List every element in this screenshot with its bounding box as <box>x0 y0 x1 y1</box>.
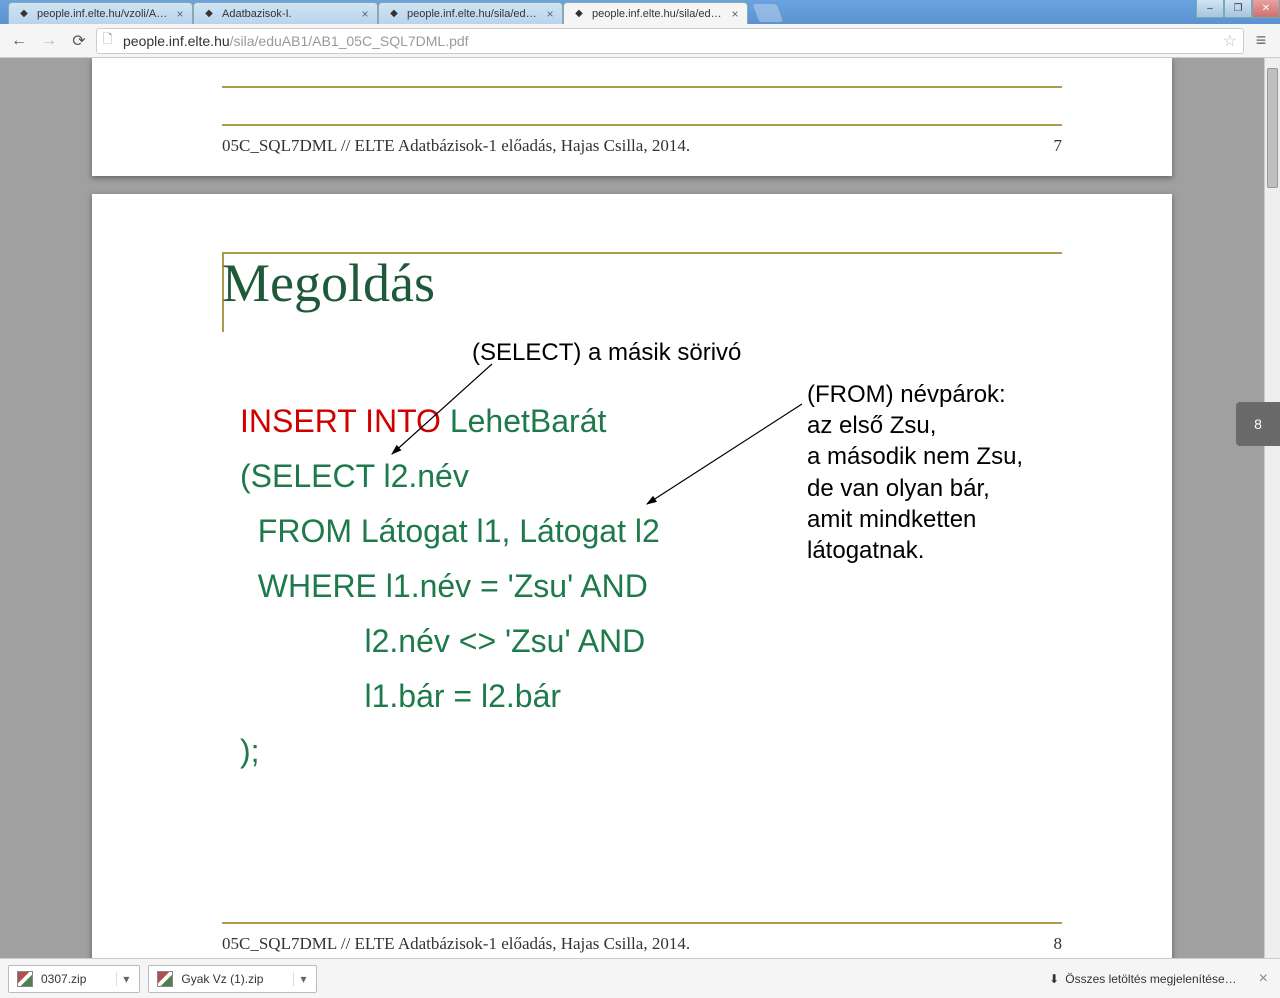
pdf-page-prev: 05C_SQL7DML // ELTE Adatbázisok-1 előadá… <box>92 58 1172 176</box>
download-name: 0307.zip <box>41 972 86 986</box>
download-item-0[interactable]: 0307.zip ▾ <box>8 965 140 993</box>
address-bar[interactable]: 🗋 people.inf.elte.hu/sila/eduAB1/AB1_05C… <box>96 28 1244 54</box>
maximize-button[interactable]: ❐ <box>1224 0 1252 18</box>
url-host: people.inf.elte.hu <box>123 33 230 49</box>
browser-tab-2[interactable]: ◆ people.inf.elte.hu/sila/eduAB × <box>378 2 563 24</box>
tab-title: people.inf.elte.hu/sila/eduAB <box>592 8 725 20</box>
annotation-select: (SELECT) a másik sörivó <box>472 339 741 367</box>
download-dropdown-icon[interactable]: ▾ <box>293 972 312 986</box>
tab-title: people.inf.elte.hu/sila/eduAB <box>407 8 540 20</box>
annotation-from: (FROM) névpárok: az első Zsu, a második … <box>807 379 1023 566</box>
tab-strip: ◆ people.inf.elte.hu/vzoli/Adat × ◆ Adat… <box>0 0 1280 24</box>
footer-pagenum: 8 <box>1054 934 1063 954</box>
scrollbar-thumb[interactable] <box>1267 68 1278 188</box>
tab-close-icon[interactable]: × <box>729 8 741 20</box>
page-stack: 05C_SQL7DML // ELTE Adatbázisok-1 előadá… <box>0 58 1264 958</box>
downloads-bar: 0307.zip ▾ Gyak Vz (1).zip ▾ ⬇ Összes le… <box>0 958 1280 998</box>
url-path: /sila/eduAB1/AB1_05C_SQL7DML.pdf <box>230 33 469 49</box>
back-button[interactable]: ← <box>6 28 32 54</box>
download-dropdown-icon[interactable]: ▾ <box>116 972 135 986</box>
favicon-icon: ◆ <box>387 7 401 21</box>
minimize-button[interactable]: – <box>1196 0 1224 18</box>
tab-close-icon[interactable]: × <box>174 8 186 20</box>
browser-tab-3[interactable]: ◆ people.inf.elte.hu/sila/eduAB × <box>563 2 748 24</box>
favicon-icon: ◆ <box>572 7 586 21</box>
tab-close-icon[interactable]: × <box>544 8 556 20</box>
pdf-page-main: Megoldás (SELECT) a másik sörivó (FROM) … <box>92 194 1172 958</box>
archive-icon <box>17 971 33 987</box>
bookmark-star-icon[interactable]: ☆ <box>1223 31 1237 51</box>
menu-button[interactable]: ≡ <box>1248 28 1274 54</box>
download-item-1[interactable]: Gyak Vz (1).zip ▾ <box>148 965 317 993</box>
sql-keyword: INSERT INTO <box>240 403 441 439</box>
tab-title: people.inf.elte.hu/vzoli/Adat <box>37 8 170 20</box>
window-close-button[interactable]: ✕ <box>1252 0 1280 18</box>
favicon-icon: ◆ <box>202 7 216 21</box>
footer-pagenum: 7 <box>1054 136 1063 156</box>
forward-button[interactable]: → <box>36 28 62 54</box>
pdf-viewport[interactable]: 05C_SQL7DML // ELTE Adatbázisok-1 előadá… <box>0 58 1280 958</box>
page-indicator[interactable]: 8 <box>1236 402 1280 446</box>
archive-icon <box>157 971 173 987</box>
page-icon: 🗋 <box>103 30 117 51</box>
tab-title: Adatbazisok-I. <box>222 8 355 20</box>
slide-footer: 05C_SQL7DML // ELTE Adatbázisok-1 előadá… <box>222 124 1062 156</box>
show-all-downloads[interactable]: ⬇ Összes letöltés megjelenítése… <box>1049 972 1236 986</box>
download-name: Gyak Vz (1).zip <box>181 972 263 986</box>
toolbar: ← → ⟳ 🗋 people.inf.elte.hu/sila/eduAB1/A… <box>0 24 1280 58</box>
slide-title: Megoldás <box>222 252 435 314</box>
divider-line <box>222 86 1062 88</box>
reload-button[interactable]: ⟳ <box>66 28 92 54</box>
window-buttons: – ❐ ✕ <box>1196 0 1280 20</box>
favicon-icon: ◆ <box>17 7 31 21</box>
page-indicator-num: 8 <box>1254 416 1262 432</box>
download-arrow-icon: ⬇ <box>1049 972 1059 986</box>
downloads-close-icon[interactable]: × <box>1255 970 1272 988</box>
vertical-scrollbar[interactable] <box>1264 58 1280 958</box>
new-tab-button[interactable] <box>753 4 784 22</box>
sql-body: LehetBarát (SELECT l2.név FROM Látogat l… <box>240 403 660 769</box>
footer-left: 05C_SQL7DML // ELTE Adatbázisok-1 előadá… <box>222 934 690 954</box>
show-all-label: Összes letöltés megjelenítése… <box>1065 972 1236 986</box>
slide-footer: 05C_SQL7DML // ELTE Adatbázisok-1 előadá… <box>222 922 1062 954</box>
browser-tab-0[interactable]: ◆ people.inf.elte.hu/vzoli/Adat × <box>8 2 193 24</box>
browser-tab-1[interactable]: ◆ Adatbazisok-I. × <box>193 2 378 24</box>
sql-code: INSERT INTO LehetBarát (SELECT l2.név FR… <box>240 394 660 779</box>
tab-close-icon[interactable]: × <box>359 8 371 20</box>
footer-left: 05C_SQL7DML // ELTE Adatbázisok-1 előadá… <box>222 136 690 156</box>
